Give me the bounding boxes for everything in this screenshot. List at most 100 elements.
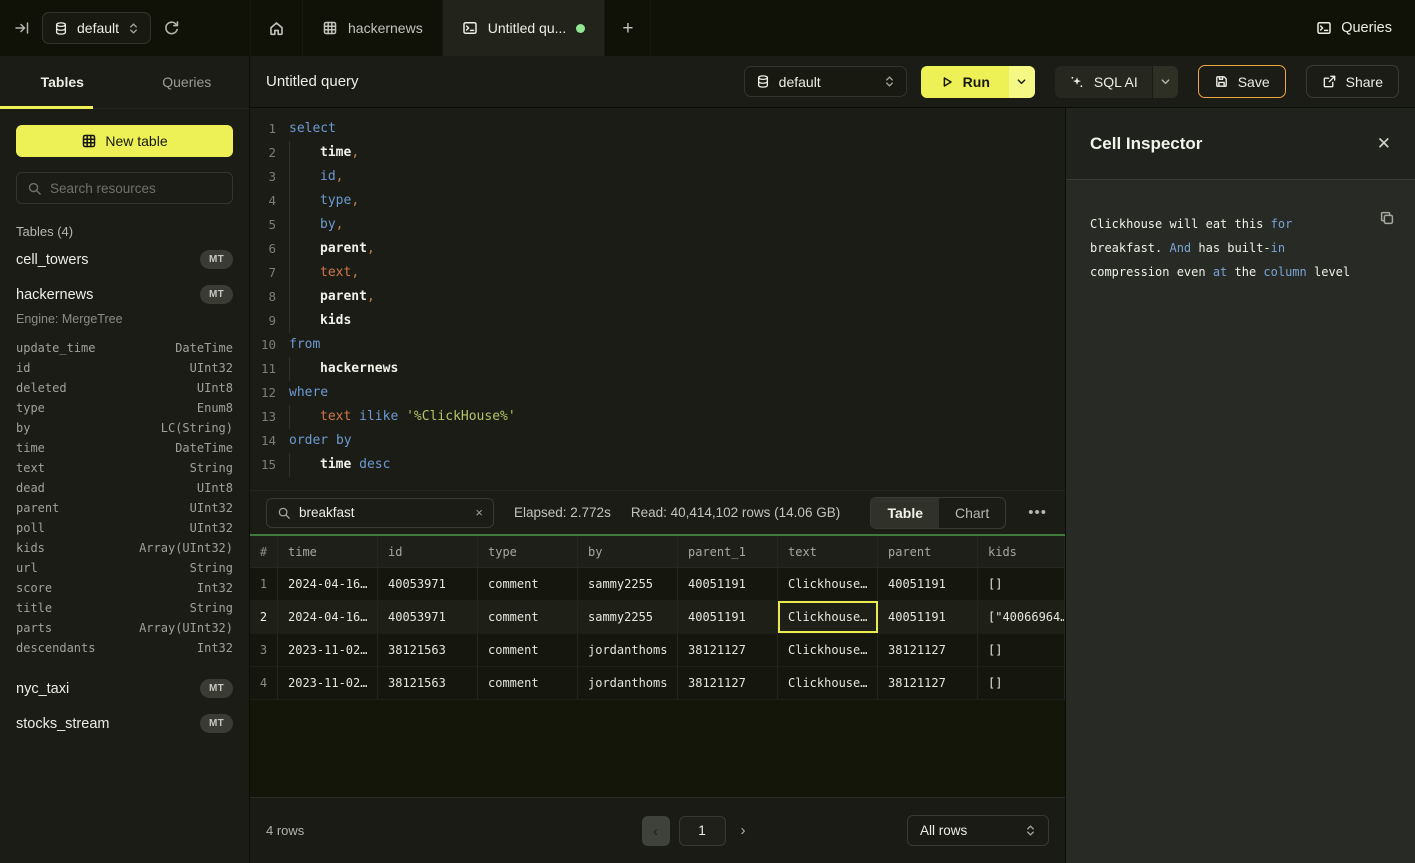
code-line[interactable]: 12where	[250, 381, 1065, 405]
clear-icon[interactable]: ×	[475, 505, 483, 520]
table-cell[interactable]: 2	[250, 601, 278, 633]
close-icon[interactable]: ✕	[1377, 134, 1391, 154]
table-cell[interactable]: 40051191	[878, 568, 978, 600]
code-line[interactable]: 10from	[250, 333, 1065, 357]
sidebar-item-stocks-stream[interactable]: stocks_stream MT	[0, 705, 249, 740]
table-cell[interactable]: 40051191	[678, 601, 778, 633]
code-line[interactable]: 8parent,	[250, 285, 1065, 309]
column-header[interactable]: type	[478, 536, 578, 567]
table-cell[interactable]: comment	[478, 568, 578, 600]
new-table-button[interactable]: New table	[16, 125, 233, 157]
code-line[interactable]: 3id,	[250, 165, 1065, 189]
table-cell[interactable]: 1	[250, 568, 278, 600]
code-line[interactable]: 13text ilike '%ClickHouse%'	[250, 405, 1065, 429]
sql-editor[interactable]: 1select2time,3id,4type,5by,6parent,7text…	[250, 108, 1065, 490]
table-cell[interactable]: []	[978, 634, 1065, 666]
table-cell[interactable]: 40051191	[678, 568, 778, 600]
column-header[interactable]: parent_1	[678, 536, 778, 567]
sidebar-tab-queries[interactable]: Queries	[125, 56, 250, 108]
column-header[interactable]: parent	[878, 536, 978, 567]
tab-hackernews[interactable]: hackernews	[303, 0, 443, 56]
table-cell[interactable]: comment	[478, 667, 578, 699]
table-cell[interactable]: 38121563	[378, 667, 478, 699]
copy-icon[interactable]	[1379, 210, 1395, 226]
table-cell[interactable]: 38121127	[678, 634, 778, 666]
table-cell[interactable]: comment	[478, 601, 578, 633]
table-cell[interactable]: ["40066964…	[978, 601, 1065, 633]
table-row[interactable]: 22024-04-16…40053971commentsammy22554005…	[250, 601, 1065, 634]
table-cell[interactable]: Clickhouse…	[778, 634, 878, 666]
code-line[interactable]: 15time desc	[250, 453, 1065, 477]
refresh-icon[interactable]	[163, 20, 180, 37]
table-cell[interactable]: 38121127	[878, 667, 978, 699]
sidebar-item-nyc-taxi[interactable]: nyc_taxi MT	[0, 670, 249, 705]
sidebar-tab-tables[interactable]: Tables	[0, 56, 125, 108]
database-selector[interactable]: default	[42, 12, 151, 44]
next-page-button[interactable]: ›	[735, 822, 752, 839]
run-options-button[interactable]	[1009, 66, 1035, 98]
table-cell[interactable]: 40053971	[378, 601, 478, 633]
table-cell[interactable]: 2023-11-02…	[278, 634, 378, 666]
code-line[interactable]: 4type,	[250, 189, 1065, 213]
table-cell[interactable]: 2024-04-16…	[278, 601, 378, 633]
sql-ai-button[interactable]: SQL AI	[1055, 66, 1152, 98]
view-tab-chart[interactable]: Chart	[939, 498, 1005, 528]
new-tab-button[interactable]: +	[605, 0, 651, 56]
code-line[interactable]: 14order by	[250, 429, 1065, 453]
table-cell[interactable]: comment	[478, 634, 578, 666]
table-cell[interactable]: 40051191	[878, 601, 978, 633]
table-cell[interactable]: 2024-04-16…	[278, 568, 378, 600]
table-cell[interactable]: sammy2255	[578, 568, 678, 600]
page-size-selector[interactable]: All rows	[907, 815, 1049, 846]
table-cell[interactable]: 38121127	[678, 667, 778, 699]
table-cell[interactable]: 38121563	[378, 634, 478, 666]
table-cell[interactable]: []	[978, 667, 1065, 699]
table-cell[interactable]: sammy2255	[578, 601, 678, 633]
table-cell[interactable]: 2023-11-02…	[278, 667, 378, 699]
table-cell[interactable]: 4	[250, 667, 278, 699]
code-line[interactable]: 5by,	[250, 213, 1065, 237]
sidebar-search[interactable]	[16, 172, 233, 204]
collapse-sidebar-icon[interactable]	[14, 20, 30, 36]
share-button[interactable]: Share	[1306, 65, 1399, 98]
code-line[interactable]: 2time,	[250, 141, 1065, 165]
table-cell[interactable]: jordanthoms	[578, 634, 678, 666]
code-line[interactable]: 11hackernews	[250, 357, 1065, 381]
selected-cell[interactable]: Clickhouse…	[778, 601, 878, 633]
queries-button[interactable]: Queries	[1293, 0, 1415, 56]
run-button[interactable]: Run	[921, 66, 1009, 98]
table-row[interactable]: 12024-04-16…40053971commentsammy22554005…	[250, 568, 1065, 601]
code-line[interactable]: 1select	[250, 117, 1065, 141]
save-button[interactable]: Save	[1198, 65, 1286, 98]
table-cell[interactable]: 38121127	[878, 634, 978, 666]
sql-ai-options-button[interactable]	[1152, 66, 1178, 98]
prev-page-button[interactable]: ‹	[642, 816, 670, 846]
column-header[interactable]: id	[378, 536, 478, 567]
results-search[interactable]: ×	[266, 498, 494, 528]
sidebar-item-hackernews[interactable]: hackernews MT	[0, 276, 249, 311]
view-tab-table[interactable]: Table	[871, 498, 939, 528]
column-header[interactable]: kids	[978, 536, 1065, 567]
column-header[interactable]: text	[778, 536, 878, 567]
code-line[interactable]: 6parent,	[250, 237, 1065, 261]
table-cell[interactable]: 40053971	[378, 568, 478, 600]
table-row[interactable]: 42023-11-02…38121563commentjordanthoms38…	[250, 667, 1065, 700]
page-number-input[interactable]	[679, 816, 726, 846]
table-cell[interactable]: jordanthoms	[578, 667, 678, 699]
column-header[interactable]: by	[578, 536, 678, 567]
more-icon[interactable]: •••	[1026, 504, 1049, 521]
table-cell[interactable]: Clickhouse…	[778, 667, 878, 699]
search-input[interactable]	[50, 181, 227, 196]
table-cell[interactable]: []	[978, 568, 1065, 600]
query-database-selector[interactable]: default	[744, 66, 907, 97]
column-header[interactable]: time	[278, 536, 378, 567]
table-row[interactable]: 32023-11-02…38121563commentjordanthoms38…	[250, 634, 1065, 667]
table-cell[interactable]: 3	[250, 634, 278, 666]
table-cell[interactable]: Clickhouse…	[778, 568, 878, 600]
column-header[interactable]: #	[250, 536, 278, 567]
tab-home[interactable]	[250, 0, 303, 56]
sidebar-item-cell-towers[interactable]: cell_towers MT	[0, 241, 249, 276]
code-line[interactable]: 9kids	[250, 309, 1065, 333]
code-line[interactable]: 7text,	[250, 261, 1065, 285]
results-search-input[interactable]	[299, 505, 467, 520]
